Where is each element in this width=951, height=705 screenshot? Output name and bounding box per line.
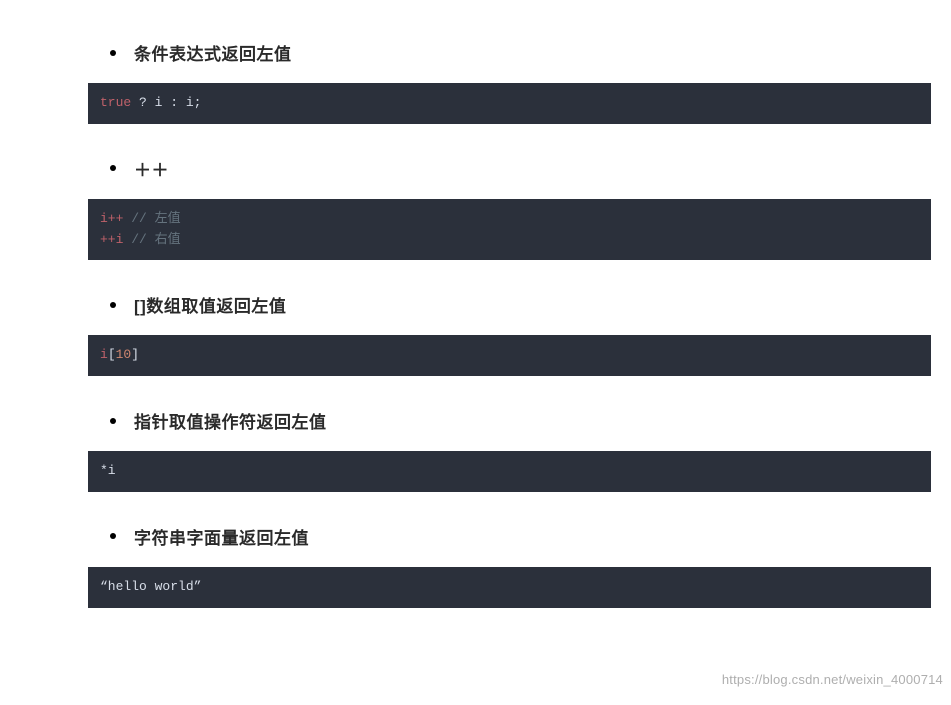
code-block-5[interactable]: “hello world” <box>88 567 931 608</box>
bullet-icon <box>110 165 116 171</box>
code-block-1[interactable]: true ? i : i; <box>88 83 931 124</box>
section-heading-1: 条件表达式返回左值 <box>88 40 931 65</box>
section-heading-3: []数组取值返回左值 <box>88 292 931 317</box>
code-block-2[interactable]: i++ // 左值 ++i // 右值 <box>88 199 931 261</box>
section-heading-5: 字符串字面量返回左值 <box>88 524 931 549</box>
heading-text: 指针取值操作符返回左值 <box>134 408 327 433</box>
watermark-text: https://blog.csdn.net/weixin_4000714 <box>722 672 943 687</box>
bullet-icon <box>110 418 116 424</box>
bullet-icon <box>110 533 116 539</box>
code-block-4[interactable]: *i <box>88 451 931 492</box>
heading-text: []数组取值返回左值 <box>134 292 286 317</box>
code-block-3[interactable]: i[10] <box>88 335 931 376</box>
heading-text: 字符串字面量返回左值 <box>134 524 309 549</box>
bullet-icon <box>110 50 116 56</box>
article-content: 条件表达式返回左值 true ? i : i; ＋＋ i++ // 左值 ++i… <box>0 40 951 608</box>
heading-text: ＋＋ <box>134 156 169 181</box>
section-heading-4: 指针取值操作符返回左值 <box>88 408 931 433</box>
bullet-icon <box>110 302 116 308</box>
heading-text: 条件表达式返回左值 <box>134 40 292 65</box>
section-heading-2: ＋＋ <box>88 156 931 181</box>
